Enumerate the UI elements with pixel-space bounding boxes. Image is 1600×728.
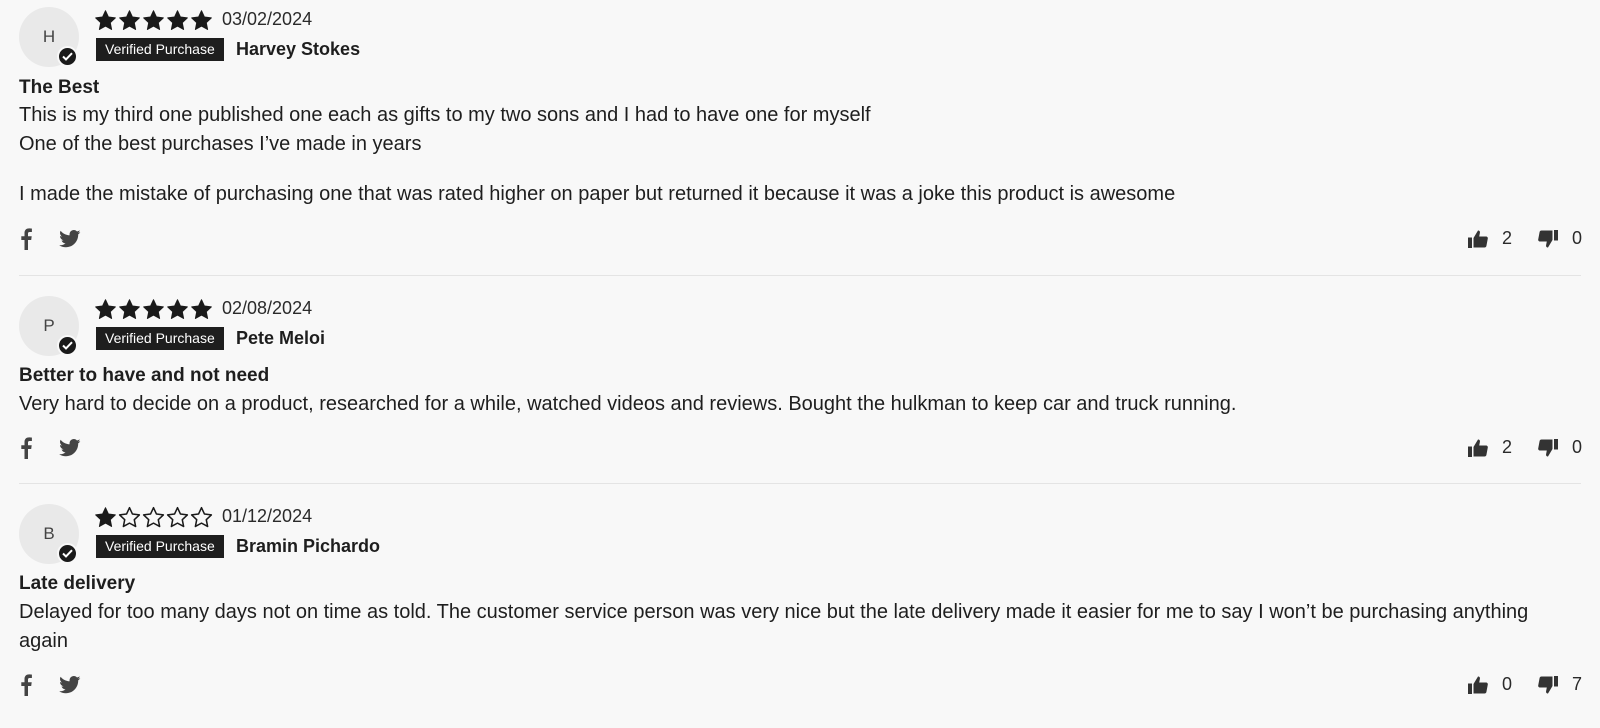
star-filled-icon	[167, 299, 188, 319]
review-date: 01/12/2024	[222, 506, 313, 526]
star-filled-icon	[95, 10, 116, 30]
divider	[19, 483, 1581, 484]
star-rating	[94, 9, 213, 31]
vote-controls: 0 7	[1467, 674, 1582, 695]
helpful-count: 0	[1501, 674, 1512, 694]
facebook-icon[interactable]	[19, 228, 33, 250]
vote-controls: 2 0	[1467, 228, 1582, 249]
star-rating	[94, 506, 213, 528]
avatar-initial: B	[43, 524, 55, 543]
star-filled-icon	[95, 507, 116, 527]
share-links	[19, 437, 81, 459]
verified-purchase-badge: Verified Purchase	[96, 327, 224, 350]
review-date: 03/02/2024	[222, 9, 313, 29]
star-filled-icon	[95, 299, 116, 319]
star-filled-icon	[143, 299, 164, 319]
review-item: P 02/08/2024 Verified Purchase Pete Melo…	[0, 289, 1600, 483]
helpful-count: 2	[1501, 228, 1512, 248]
twitter-icon[interactable]	[59, 676, 81, 694]
review-title: The Best	[19, 77, 100, 98]
divider	[19, 275, 1581, 276]
star-filled-icon	[119, 299, 140, 319]
review-body: This is my third one published one each …	[19, 101, 1579, 209]
review-body-line: Delayed for too many days not on time as…	[19, 601, 1529, 652]
unhelpful-count: 0	[1571, 437, 1582, 457]
star-outline-icon	[118, 506, 141, 528]
verified-check-icon	[57, 335, 78, 356]
facebook-icon[interactable]	[19, 674, 33, 696]
twitter-icon[interactable]	[59, 439, 81, 457]
star-filled-icon	[191, 10, 212, 30]
review-item: B 01/12/2024 Verified Purchase Bramin Pi…	[0, 497, 1600, 728]
vote-controls: 2 0	[1467, 437, 1582, 458]
review-body: Very hard to decide on a product, resear…	[19, 390, 1579, 419]
avatar-initial: P	[43, 316, 55, 335]
star-filled-icon	[191, 299, 212, 319]
reviewer-name: Harvey Stokes	[236, 39, 361, 59]
thumbs-down-icon[interactable]	[1538, 675, 1558, 694]
facebook-icon[interactable]	[19, 437, 33, 459]
thumbs-up-icon[interactable]	[1467, 439, 1488, 457]
review-title: Better to have and not need	[19, 365, 270, 386]
review-item: H 03/02/2024 Verified Purchase Harvey St…	[0, 0, 1600, 275]
verified-purchase-badge: Verified Purchase	[96, 38, 224, 61]
review-body-line: Very hard to decide on a product, resear…	[19, 393, 1237, 415]
thumbs-down-icon[interactable]	[1538, 438, 1558, 457]
star-filled-icon	[167, 10, 188, 30]
review-title: Late delivery	[19, 573, 136, 594]
share-links	[19, 674, 81, 696]
verified-purchase-badge: Verified Purchase	[96, 535, 224, 558]
review-date: 02/08/2024	[222, 298, 313, 318]
reviewer-name: Pete Meloi	[236, 328, 326, 348]
share-links	[19, 228, 81, 250]
star-rating	[94, 298, 213, 320]
verified-check-icon	[57, 46, 78, 67]
thumbs-up-icon[interactable]	[1467, 676, 1488, 694]
star-filled-icon	[119, 10, 140, 30]
avatar-initial: H	[42, 27, 56, 46]
thumbs-up-icon[interactable]	[1467, 230, 1488, 248]
reviewer-name: Bramin Pichardo	[236, 536, 381, 556]
verified-check-icon	[57, 543, 78, 564]
thumbs-down-icon[interactable]	[1538, 229, 1558, 248]
star-outline-icon	[190, 506, 213, 528]
star-outline-icon	[142, 506, 165, 528]
reviews-list: H 03/02/2024 Verified Purchase Harvey St…	[0, 0, 1600, 728]
helpful-count: 2	[1501, 437, 1512, 457]
review-body-line: One of the best purchases I’ve made in y…	[19, 133, 422, 155]
star-outline-icon	[166, 506, 189, 528]
twitter-icon[interactable]	[59, 230, 81, 248]
unhelpful-count: 7	[1571, 674, 1582, 694]
review-body: Delayed for too many days not on time as…	[19, 598, 1579, 656]
review-body-line: I made the mistake of purchasing one tha…	[19, 183, 1176, 205]
star-filled-icon	[143, 10, 164, 30]
review-body-line: This is my third one published one each …	[19, 104, 871, 126]
unhelpful-count: 0	[1571, 228, 1582, 248]
